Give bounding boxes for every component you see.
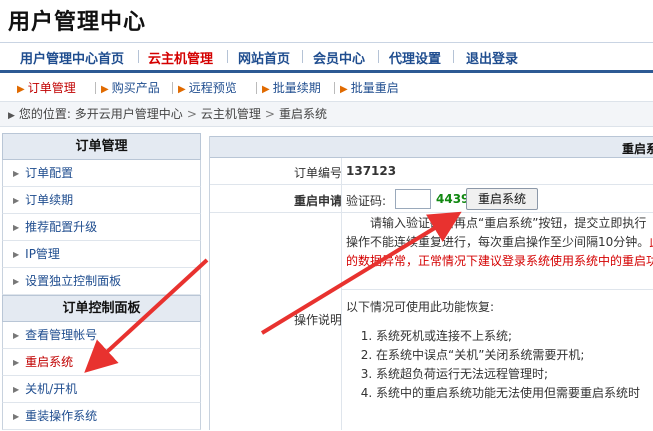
list-item: 系统中的重启系统功能无法使用但需要重启系统时 bbox=[376, 384, 653, 403]
nav-agent-settings[interactable]: 代理设置 bbox=[389, 48, 441, 67]
order-number-row: 订单编号 137123 bbox=[210, 158, 653, 185]
bullet-icon: ▶ bbox=[13, 169, 20, 178]
desc-line: 请输入验证码后再点“重启系统”按钮，提交立即执行 bbox=[370, 216, 647, 230]
sidebar-item-view-account[interactable]: ▶ 查看管理帐号 bbox=[2, 322, 201, 349]
bullet-icon: ▶ bbox=[13, 250, 20, 259]
bullet-icon: ▶ bbox=[13, 358, 20, 367]
breadcrumb: ▶ 您的位置: 多开云用户管理中心 > 云主机管理 > 重启系统 bbox=[0, 101, 653, 127]
subnav-divider bbox=[256, 82, 257, 94]
nav-cloud-host-manage[interactable]: 云主机管理 bbox=[148, 48, 213, 67]
subnav-buy-product[interactable]: ▶ 购买产品 bbox=[101, 79, 160, 96]
bullet-icon: ▶ bbox=[13, 412, 20, 421]
sidebar-item-reinstall-os[interactable]: ▶ 重装操作系统 bbox=[2, 403, 201, 430]
nav-website-home[interactable]: 网站首页 bbox=[238, 48, 290, 67]
panel-title: 重启系 bbox=[622, 142, 653, 156]
triangle-right-icon: ▶ bbox=[8, 111, 15, 121]
subnav-divider bbox=[172, 82, 173, 94]
breadcrumb-label: 您的位置: bbox=[18, 107, 71, 121]
instructions-label: 操作说明 bbox=[293, 313, 342, 327]
bullet-icon: ▶ bbox=[13, 277, 20, 286]
subnav-orders[interactable]: ▶ 订单管理 bbox=[17, 79, 76, 96]
site-title: 用户管理中心 bbox=[8, 10, 147, 35]
bullet-icon: ▶ bbox=[13, 196, 20, 205]
captcha-input[interactable] bbox=[395, 189, 431, 209]
triangle-right-icon: ▶ bbox=[17, 84, 25, 95]
list-item: 系统死机或连接不上系统; bbox=[376, 327, 653, 346]
bullet-icon: ▶ bbox=[13, 331, 20, 340]
sidebar-section-order-control: 订单控制面板 bbox=[2, 295, 201, 322]
nav-logout[interactable]: 退出登录 bbox=[466, 48, 518, 67]
sub-nav: ▶ 订单管理 ▶ 购买产品 ▶ 远程预览 ▶ 批量续期 ▶ 批量重启 bbox=[0, 73, 653, 99]
subnav-divider bbox=[334, 82, 335, 94]
sidebar-item-upgrade[interactable]: ▶ 推荐配置升级 bbox=[2, 214, 201, 241]
sidebar-item-ip-manage[interactable]: ▶ IP管理 bbox=[2, 241, 201, 268]
sidebar-item-control-panel-setup[interactable]: ▶ 设置独立控制面板 bbox=[2, 268, 201, 295]
order-number-value: 137123 bbox=[346, 164, 397, 178]
breadcrumb-item[interactable]: 云主机管理 bbox=[201, 107, 261, 121]
sidebar-item-order-config[interactable]: ▶ 订单配置 bbox=[2, 160, 201, 187]
bullet-icon: ▶ bbox=[13, 223, 20, 232]
desc-line: 操作不能连续重复进行，每次重启操作至少间隔10分钟。此 bbox=[346, 235, 653, 249]
captcha-code: 4439 bbox=[436, 192, 470, 206]
order-number-label: 订单编号 bbox=[293, 166, 342, 180]
nav-member-center[interactable]: 会员中心 bbox=[313, 48, 365, 67]
breadcrumb-sep: > bbox=[186, 107, 197, 121]
list-intro: 以下情况可使用此功能恢复: bbox=[346, 300, 495, 314]
subnav-divider bbox=[95, 82, 96, 94]
breadcrumb-current: 重启系统 bbox=[278, 107, 327, 121]
captcha-label: 验证码: bbox=[346, 194, 387, 208]
instructions-row: 操作说明 请输入验证码后再点“重启系统”按钮，提交立即执行 操作不能连续重复进行… bbox=[210, 213, 653, 430]
sidebar: 订单管理 ▶ 订单配置 ▶ 订单续期 ▶ 推荐配置升级 ▶ IP管理 ▶ 设置独立控制面板… bbox=[2, 133, 201, 430]
instructions-text: 请输入验证码后再点“重启系统”按钮，提交立即执行 操作不能连续重复进行，每次重启… bbox=[342, 213, 653, 403]
sidebar-section-order-manage: 订单管理 bbox=[2, 133, 201, 160]
sidebar-item-order-renew[interactable]: ▶ 订单续期 bbox=[2, 187, 201, 214]
restart-request-row: 重启申请 验证码: 4439 重启系统 bbox=[210, 185, 653, 213]
nav-divider bbox=[378, 50, 379, 63]
restart-system-button[interactable]: 重启系统 bbox=[466, 188, 538, 210]
nav-divider bbox=[138, 50, 139, 63]
bullet-icon: ▶ bbox=[13, 385, 20, 394]
main-nav: 用户管理中心首页 云主机管理 网站首页 会员中心 代理设置 退出登录 bbox=[0, 42, 653, 73]
list-item: 在系统中误点“关机”关闭系统需要开机; bbox=[376, 346, 653, 365]
desc-warning: 的数据异常，正常情况下建议登录系统使用系统中的重启功 bbox=[346, 254, 653, 268]
main-panel: 重启系 订单编号 137123 重启申请 验证码: 4439 重启系统 操作说明… bbox=[209, 136, 653, 430]
list-item: 系统超负荷运行无法远程管理时; bbox=[376, 365, 653, 384]
column-divider bbox=[341, 158, 342, 430]
triangle-right-icon: ▶ bbox=[340, 84, 348, 95]
subnav-remote-preview[interactable]: ▶ 远程预览 bbox=[178, 79, 237, 96]
breadcrumb-sep: > bbox=[264, 107, 275, 121]
triangle-right-icon: ▶ bbox=[101, 84, 109, 95]
sidebar-item-power[interactable]: ▶ 关机/开机 bbox=[2, 376, 201, 403]
header: 用户管理中心 bbox=[0, 0, 653, 42]
recover-list: 系统死机或连接不上系统; 在系统中误点“关机”关闭系统需要开机; 系统超负荷运行… bbox=[346, 327, 653, 403]
subnav-batch-restart[interactable]: ▶ 批量重启 bbox=[340, 79, 399, 96]
sidebar-item-restart-system[interactable]: ▶ 重启系统 bbox=[2, 349, 201, 376]
nav-divider bbox=[302, 50, 303, 63]
divider bbox=[342, 271, 653, 290]
breadcrumb-item[interactable]: 多开云用户管理中心 bbox=[75, 107, 183, 121]
restart-request-label: 重启申请 bbox=[293, 194, 342, 208]
nav-divider bbox=[227, 50, 228, 63]
panel-header: 重启系 bbox=[210, 136, 653, 158]
nav-user-center-home[interactable]: 用户管理中心首页 bbox=[20, 48, 124, 67]
triangle-right-icon: ▶ bbox=[262, 84, 270, 95]
subnav-batch-renew[interactable]: ▶ 批量续期 bbox=[262, 79, 321, 96]
triangle-right-icon: ▶ bbox=[178, 84, 186, 95]
nav-divider bbox=[453, 50, 454, 63]
